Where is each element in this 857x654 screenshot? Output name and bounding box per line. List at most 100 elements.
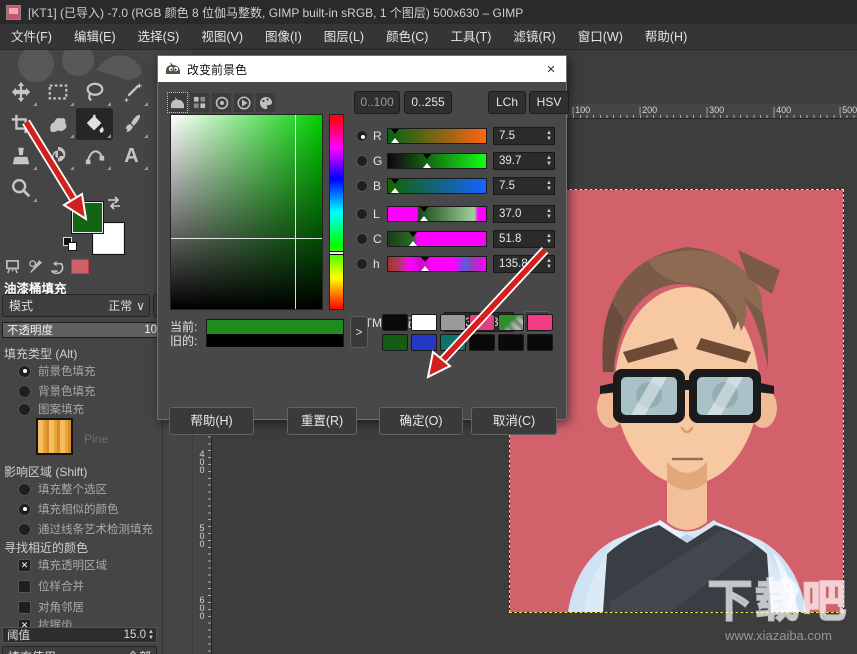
history-swatch[interactable] [469, 314, 495, 331]
fill-transparent-checkbox[interactable]: ✕ 填充透明区域 [18, 557, 107, 573]
color-select-square[interactable] [170, 114, 323, 310]
history-swatch[interactable] [469, 334, 495, 351]
cancel-button[interactable]: 取消(C) [471, 407, 557, 435]
smudge-tool-icon[interactable] [39, 140, 76, 172]
history-swatch[interactable] [411, 314, 437, 331]
menu-view[interactable]: 视图(V) [190, 24, 254, 50]
history-swatch[interactable] [527, 314, 553, 331]
bucket-fill-tool-icon[interactable] [76, 108, 113, 140]
move-tool-icon[interactable] [2, 76, 39, 108]
image-thumbnail-tab-icon[interactable] [71, 259, 89, 274]
spinner[interactable]: ▲ ▼ [148, 629, 156, 641]
history-swatch[interactable] [498, 334, 524, 351]
text-tool-icon[interactable]: A [113, 140, 150, 172]
fill-type-fg-radio[interactable]: 前景色填充 [18, 363, 96, 379]
watercolor-selector-tab-icon[interactable] [212, 93, 231, 112]
hsv-button[interactable]: HSV [529, 91, 569, 114]
radio-icon[interactable] [356, 155, 368, 167]
channel-slider-r[interactable] [387, 128, 487, 144]
channel-value[interactable]: 39.7 [494, 155, 546, 167]
fill-line-art-radio[interactable]: 通过线条艺术检测填充 [18, 521, 153, 537]
menu-windows[interactable]: 窗口(W) [567, 24, 634, 50]
radio-icon[interactable] [356, 233, 368, 245]
tool-options-tab-icon[interactable] [2, 258, 22, 275]
menu-image[interactable]: 图像(I) [254, 24, 313, 50]
palette-selector-tab-icon[interactable] [256, 93, 275, 112]
spin-down-icon[interactable]: ▼ [546, 186, 552, 192]
paintbrush-tool-icon[interactable] [113, 108, 150, 140]
fill-type-bg-radio[interactable]: 背景色填充 [18, 383, 96, 399]
channel-slider-l[interactable] [387, 206, 487, 222]
hue-strip[interactable] [329, 114, 344, 310]
menu-help[interactable]: 帮助(H) [634, 24, 698, 50]
history-swatch[interactable] [382, 334, 408, 351]
crop-tool-icon[interactable] [2, 108, 39, 140]
channel-value[interactable]: 51.8 [494, 233, 546, 245]
spin-down-icon[interactable]: ▼ [546, 264, 552, 270]
radio-icon[interactable] [356, 130, 368, 142]
menu-colors[interactable]: 颜色(C) [375, 24, 439, 50]
fill-type-pattern-radio[interactable]: 图案填充 [18, 401, 84, 417]
radio-icon[interactable] [356, 180, 368, 192]
zoom-tool-icon[interactable] [2, 172, 39, 204]
fill-by-dropdown[interactable]: 填充使用 全部 [2, 646, 157, 654]
history-expander-button[interactable]: > [350, 316, 368, 348]
fill-similar-colors-radio[interactable]: 填充相似的颜色 [18, 501, 119, 517]
channel-slider-g[interactable] [387, 153, 487, 169]
cmyk-selector-tab-icon[interactable] [190, 93, 209, 112]
channel-slider-c[interactable] [387, 231, 487, 247]
fill-whole-selection-radio[interactable]: 填充整个选区 [18, 481, 107, 497]
channel-slider-b[interactable] [387, 178, 487, 194]
scale-0-100-button[interactable]: 0..100 [354, 91, 400, 114]
lch-button[interactable]: LCh [488, 91, 526, 114]
history-swatch[interactable] [382, 314, 408, 331]
airbrush-tool-icon[interactable] [2, 140, 39, 172]
scale-0-255-button[interactable]: 0..255 [404, 91, 452, 114]
menu-filters[interactable]: 滤镜(R) [502, 24, 566, 50]
history-swatch[interactable] [440, 334, 466, 351]
menu-edit[interactable]: 编辑(E) [63, 24, 127, 50]
foreground-color-swatch[interactable] [72, 202, 103, 233]
history-swatch[interactable] [527, 334, 553, 351]
rectangle-select-tool-icon[interactable] [39, 76, 76, 108]
spin-down-icon[interactable]: ▼ [546, 161, 552, 167]
checkbox-icon [18, 580, 31, 593]
ok-button[interactable]: 确定(O) [379, 407, 463, 435]
channel-value[interactable]: 37.0 [494, 208, 546, 220]
mode-dropdown[interactable]: 模式 正常 ∨ [2, 294, 150, 317]
diagonal-neighbors-checkbox[interactable]: 对角邻居 [18, 599, 84, 615]
pattern-swatch[interactable] [36, 418, 73, 455]
wheel-selector-tab-icon[interactable] [234, 93, 253, 112]
channel-value[interactable]: 7.5 [494, 180, 546, 192]
radio-icon[interactable] [356, 208, 368, 220]
gimp-selector-tab-icon[interactable] [168, 93, 187, 112]
menu-select[interactable]: 选择(S) [127, 24, 191, 50]
menu-file[interactable]: 文件(F) [0, 24, 63, 50]
spin-down-icon[interactable]: ▼ [148, 635, 154, 641]
history-swatch[interactable] [411, 334, 437, 351]
radio-icon[interactable] [356, 258, 368, 270]
fuzzy-select-tool-icon[interactable] [113, 76, 150, 108]
dialog-title-bar[interactable]: 改变前景色 × [158, 56, 566, 82]
device-status-tab-icon[interactable] [25, 258, 45, 275]
reset-button[interactable]: 重置(R) [287, 407, 357, 435]
spin-down-icon[interactable]: ▼ [546, 136, 552, 142]
undo-history-tab-icon[interactable] [48, 258, 68, 275]
help-button[interactable]: 帮助(H) [169, 407, 254, 435]
history-swatch[interactable] [440, 314, 466, 331]
threshold-slider[interactable]: 阈值 15.0 ▲ ▼ [2, 627, 157, 643]
channel-value[interactable]: 135.8 [494, 258, 546, 270]
spin-down-icon[interactable]: ▼ [546, 214, 552, 220]
channel-value[interactable]: 7.5 [494, 130, 546, 142]
warp-tool-icon[interactable] [39, 108, 76, 140]
close-icon[interactable]: × [536, 61, 566, 78]
menu-layer[interactable]: 图层(L) [313, 24, 375, 50]
menu-tools[interactable]: 工具(T) [439, 24, 502, 50]
sample-merged-checkbox[interactable]: 位样合并 [18, 578, 84, 594]
spin-down-icon[interactable]: ▼ [546, 239, 552, 245]
paths-tool-icon[interactable] [76, 140, 113, 172]
free-select-tool-icon[interactable] [76, 76, 113, 108]
channel-slider-h[interactable] [387, 256, 487, 272]
swap-colors-icon[interactable] [106, 196, 122, 215]
history-swatch[interactable] [498, 314, 524, 331]
